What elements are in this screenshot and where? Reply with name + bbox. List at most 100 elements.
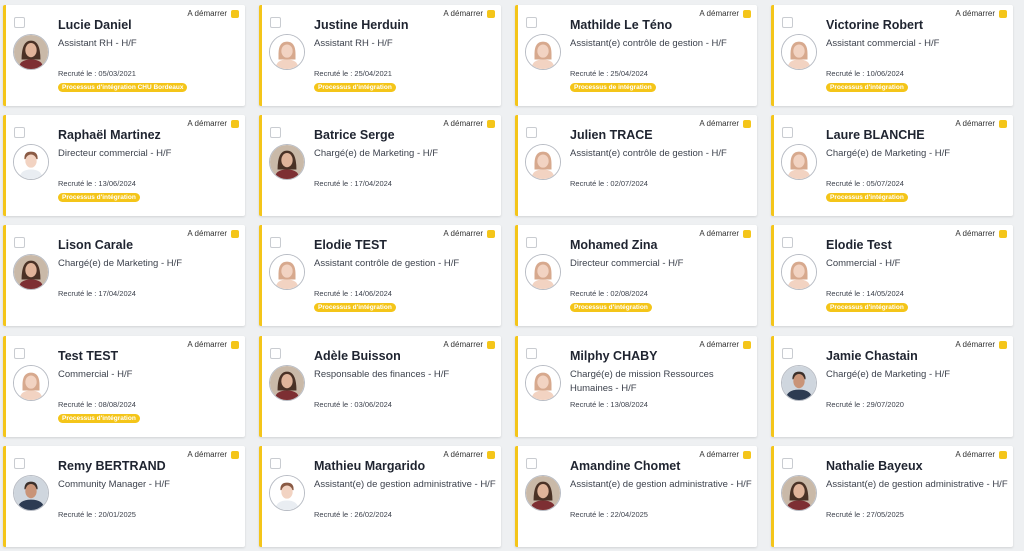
employee-name[interactable]: Lison Carale [58,238,133,252]
status-label: A démarrer [955,340,995,349]
recruitment-date: Recruté le : 03/06/2024 [314,400,392,409]
recruitment-date: Recruté le : 10/06/2024 [826,69,904,78]
select-checkbox[interactable] [782,458,793,469]
employee-name[interactable]: Mohamed Zina [570,238,658,252]
employee-card[interactable]: A démarrer Elodie TEST Assistant contrôle … [259,225,501,326]
status-label: A démarrer [699,340,739,349]
employee-name[interactable]: Amandine Chomet [570,459,680,473]
select-checkbox[interactable] [14,348,25,359]
status-dot-icon [231,229,239,238]
status-indicator: A démarrer [187,119,239,128]
employee-name[interactable]: Elodie TEST [314,238,387,252]
employee-card[interactable]: A démarrer Mathilde Le Téno Assistant(e) c… [515,5,757,106]
select-checkbox[interactable] [270,458,281,469]
recruitment-date: Recruté le : 27/05/2025 [826,510,904,519]
avatar [525,254,561,290]
select-checkbox[interactable] [782,348,793,359]
onboarding-card-grid: A démarrer Lucie Daniel Assistant RH - H/F… [0,0,1024,551]
avatar [525,365,561,401]
employee-card[interactable]: A démarrer Julien TRACE Assistant(e) contr… [515,115,757,216]
employee-card[interactable]: A démarrer Raphaël Martinez Directeur comm… [3,115,245,216]
select-checkbox[interactable] [270,348,281,359]
avatar [781,365,817,401]
employee-name[interactable]: Lucie Daniel [58,18,132,32]
job-title: Assistant commercial - H/F [826,38,940,49]
employee-name[interactable]: Test TEST [58,349,118,363]
select-checkbox[interactable] [782,237,793,248]
select-checkbox[interactable] [526,458,537,469]
select-checkbox[interactable] [782,127,793,138]
status-dot-icon [231,119,239,128]
status-label: A démarrer [443,119,483,128]
select-checkbox[interactable] [270,127,281,138]
status-dot-icon [999,340,1007,349]
select-checkbox[interactable] [526,237,537,248]
employee-card[interactable]: A démarrer Jamie Chastain Chargé(e) de Mar… [771,336,1013,437]
avatar [13,365,49,401]
employee-card[interactable]: A démarrer Test TEST Commercial - H/F Recru… [3,336,245,437]
select-checkbox[interactable] [270,17,281,28]
select-checkbox[interactable] [782,17,793,28]
default-female-avatar-icon [526,255,560,289]
employee-name[interactable]: Mathieu Margarido [314,459,425,473]
employee-card[interactable]: A démarrer Elodie Test Commercial - H/F Rec… [771,225,1013,326]
job-title: Directeur commercial - H/F [58,148,172,159]
employee-card[interactable]: A démarrer Remy BERTRAND Community Manager… [3,446,245,547]
photo-woman-icon [14,35,48,69]
avatar [13,34,49,70]
select-checkbox[interactable] [14,17,25,28]
employee-card[interactable]: A démarrer Adèle Buisson Responsable des f… [259,336,501,437]
employee-card[interactable]: A démarrer Mathieu Margarido Assistant(e) … [259,446,501,547]
status-label: A démarrer [699,450,739,459]
select-checkbox[interactable] [526,127,537,138]
employee-card[interactable]: A démarrer Justine Herduin Assistant RH - … [259,5,501,106]
employee-card[interactable]: A démarrer Lison Carale Chargé(e) de Marke… [3,225,245,326]
select-checkbox[interactable] [270,237,281,248]
employee-card[interactable]: A démarrer Milphy CHABY Chargé(e) de missi… [515,336,757,437]
employee-name[interactable]: Raphaël Martinez [58,128,161,142]
select-checkbox[interactable] [14,127,25,138]
status-indicator: A démarrer [699,9,751,18]
status-label: A démarrer [955,9,995,18]
status-indicator: A démarrer [955,229,1007,238]
job-title: Assistant(e) de gestion administrative -… [826,479,1008,490]
status-indicator: A démarrer [955,340,1007,349]
employee-card[interactable]: A démarrer Amandine Chomet Assistant(e) de… [515,446,757,547]
employee-card[interactable]: A démarrer Nathalie Bayeux Assistant(e) de… [771,446,1013,547]
job-title: Community Manager - H/F [58,479,170,490]
employee-card[interactable]: A démarrer Batrice Serge Chargé(e) de Mark… [259,115,501,216]
recruitment-date: Recruté le : 05/03/2021 [58,69,136,78]
avatar [269,144,305,180]
employee-name[interactable]: Milphy CHABY [570,349,658,363]
employee-name[interactable]: Adèle Buisson [314,349,401,363]
employee-name[interactable]: Victorine Robert [826,18,923,32]
employee-name[interactable]: Julien TRACE [570,128,653,142]
employee-name[interactable]: Jamie Chastain [826,349,918,363]
process-badge: Processus d'intégration [58,414,140,423]
status-indicator: A démarrer [699,340,751,349]
employee-name[interactable]: Remy BERTRAND [58,459,166,473]
employee-name[interactable]: Elodie Test [826,238,892,252]
status-label: A démarrer [699,9,739,18]
process-badge: Processus de intégration [570,83,656,92]
select-checkbox[interactable] [526,348,537,359]
employee-name[interactable]: Mathilde Le Téno [570,18,672,32]
employee-name[interactable]: Justine Herduin [314,18,408,32]
select-checkbox[interactable] [526,17,537,28]
employee-name[interactable]: Batrice Serge [314,128,395,142]
process-badge: Processus d'intégration [58,193,140,202]
employee-card[interactable]: A démarrer Lucie Daniel Assistant RH - H/F… [3,5,245,106]
job-title: Chargé(e) de Marketing - H/F [826,148,951,159]
status-dot-icon [743,119,751,128]
employee-card[interactable]: A démarrer Victorine Robert Assistant comm… [771,5,1013,106]
employee-name[interactable]: Laure BLANCHE [826,128,925,142]
status-label: A démarrer [187,229,227,238]
photo-woman-icon [270,366,304,400]
select-checkbox[interactable] [14,237,25,248]
avatar [13,254,49,290]
status-indicator: A démarrer [443,450,495,459]
employee-card[interactable]: A démarrer Laure BLANCHE Chargé(e) de Mark… [771,115,1013,216]
select-checkbox[interactable] [14,458,25,469]
employee-card[interactable]: A démarrer Mohamed Zina Directeur commerci… [515,225,757,326]
employee-name[interactable]: Nathalie Bayeux [826,459,923,473]
